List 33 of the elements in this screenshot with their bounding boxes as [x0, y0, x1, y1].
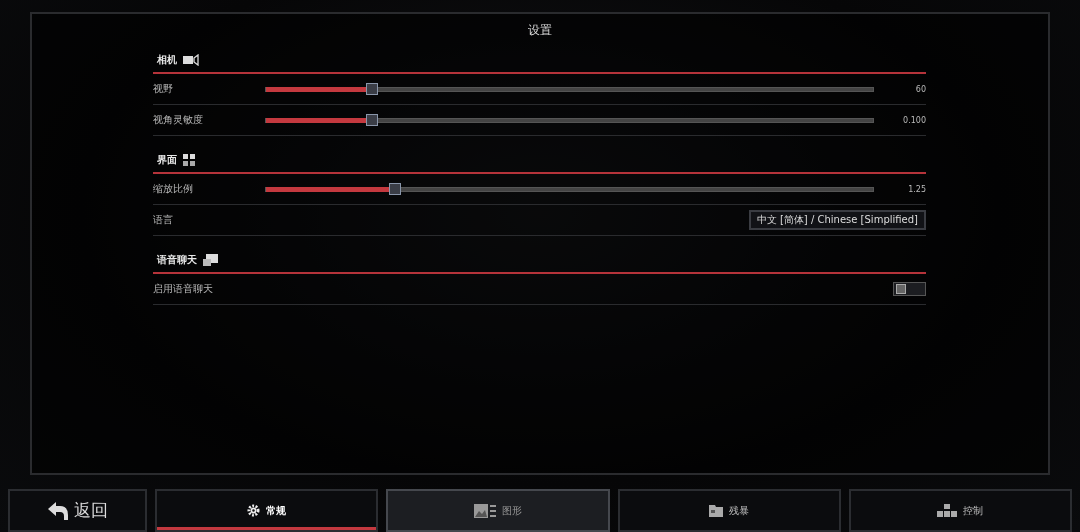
slider-track[interactable] [265, 186, 874, 192]
section-title: 界面 [157, 153, 177, 167]
tab[interactable]: 常规 [155, 489, 379, 532]
keys-icon [937, 504, 958, 517]
tab[interactable]: 残暴 [617, 489, 841, 532]
language-dropdown[interactable]: 中文 [简体] / Chinese [Simplified] [748, 210, 926, 230]
section-title: 相机 [157, 53, 177, 67]
slider-value: 0.100 [902, 115, 926, 125]
section-title: 语音聊天 [157, 253, 197, 267]
slider-track[interactable] [265, 86, 874, 92]
setting-label: 视角灵敏度 [153, 113, 204, 127]
tab[interactable]: 控制 [848, 489, 1072, 532]
setting-label: 缩放比例 [153, 182, 194, 196]
camera-icon [183, 54, 199, 66]
image-icon [473, 503, 496, 518]
back-arrow-icon [47, 500, 68, 521]
grid-icon [183, 154, 195, 166]
window-title: 设置 [527, 22, 553, 39]
slider-value: 1.25 [907, 184, 926, 194]
back-button[interactable]: 返回 [8, 489, 147, 532]
toggle-switch[interactable] [893, 282, 926, 296]
setting-label: 启用语音聊天 [153, 282, 214, 296]
setting-label: 语言 [153, 213, 174, 227]
settings-icon [247, 504, 261, 517]
chat-icon [203, 254, 219, 266]
slider-value: 60 [914, 84, 926, 94]
slider-thumb[interactable] [365, 82, 378, 95]
tab[interactable]: 图形 [386, 489, 610, 532]
setting-label: 视野 [153, 82, 174, 96]
slider-thumb[interactable] [388, 182, 401, 195]
folder-icon [709, 504, 724, 517]
slider-track[interactable] [265, 117, 874, 123]
slider-thumb[interactable] [365, 113, 378, 126]
